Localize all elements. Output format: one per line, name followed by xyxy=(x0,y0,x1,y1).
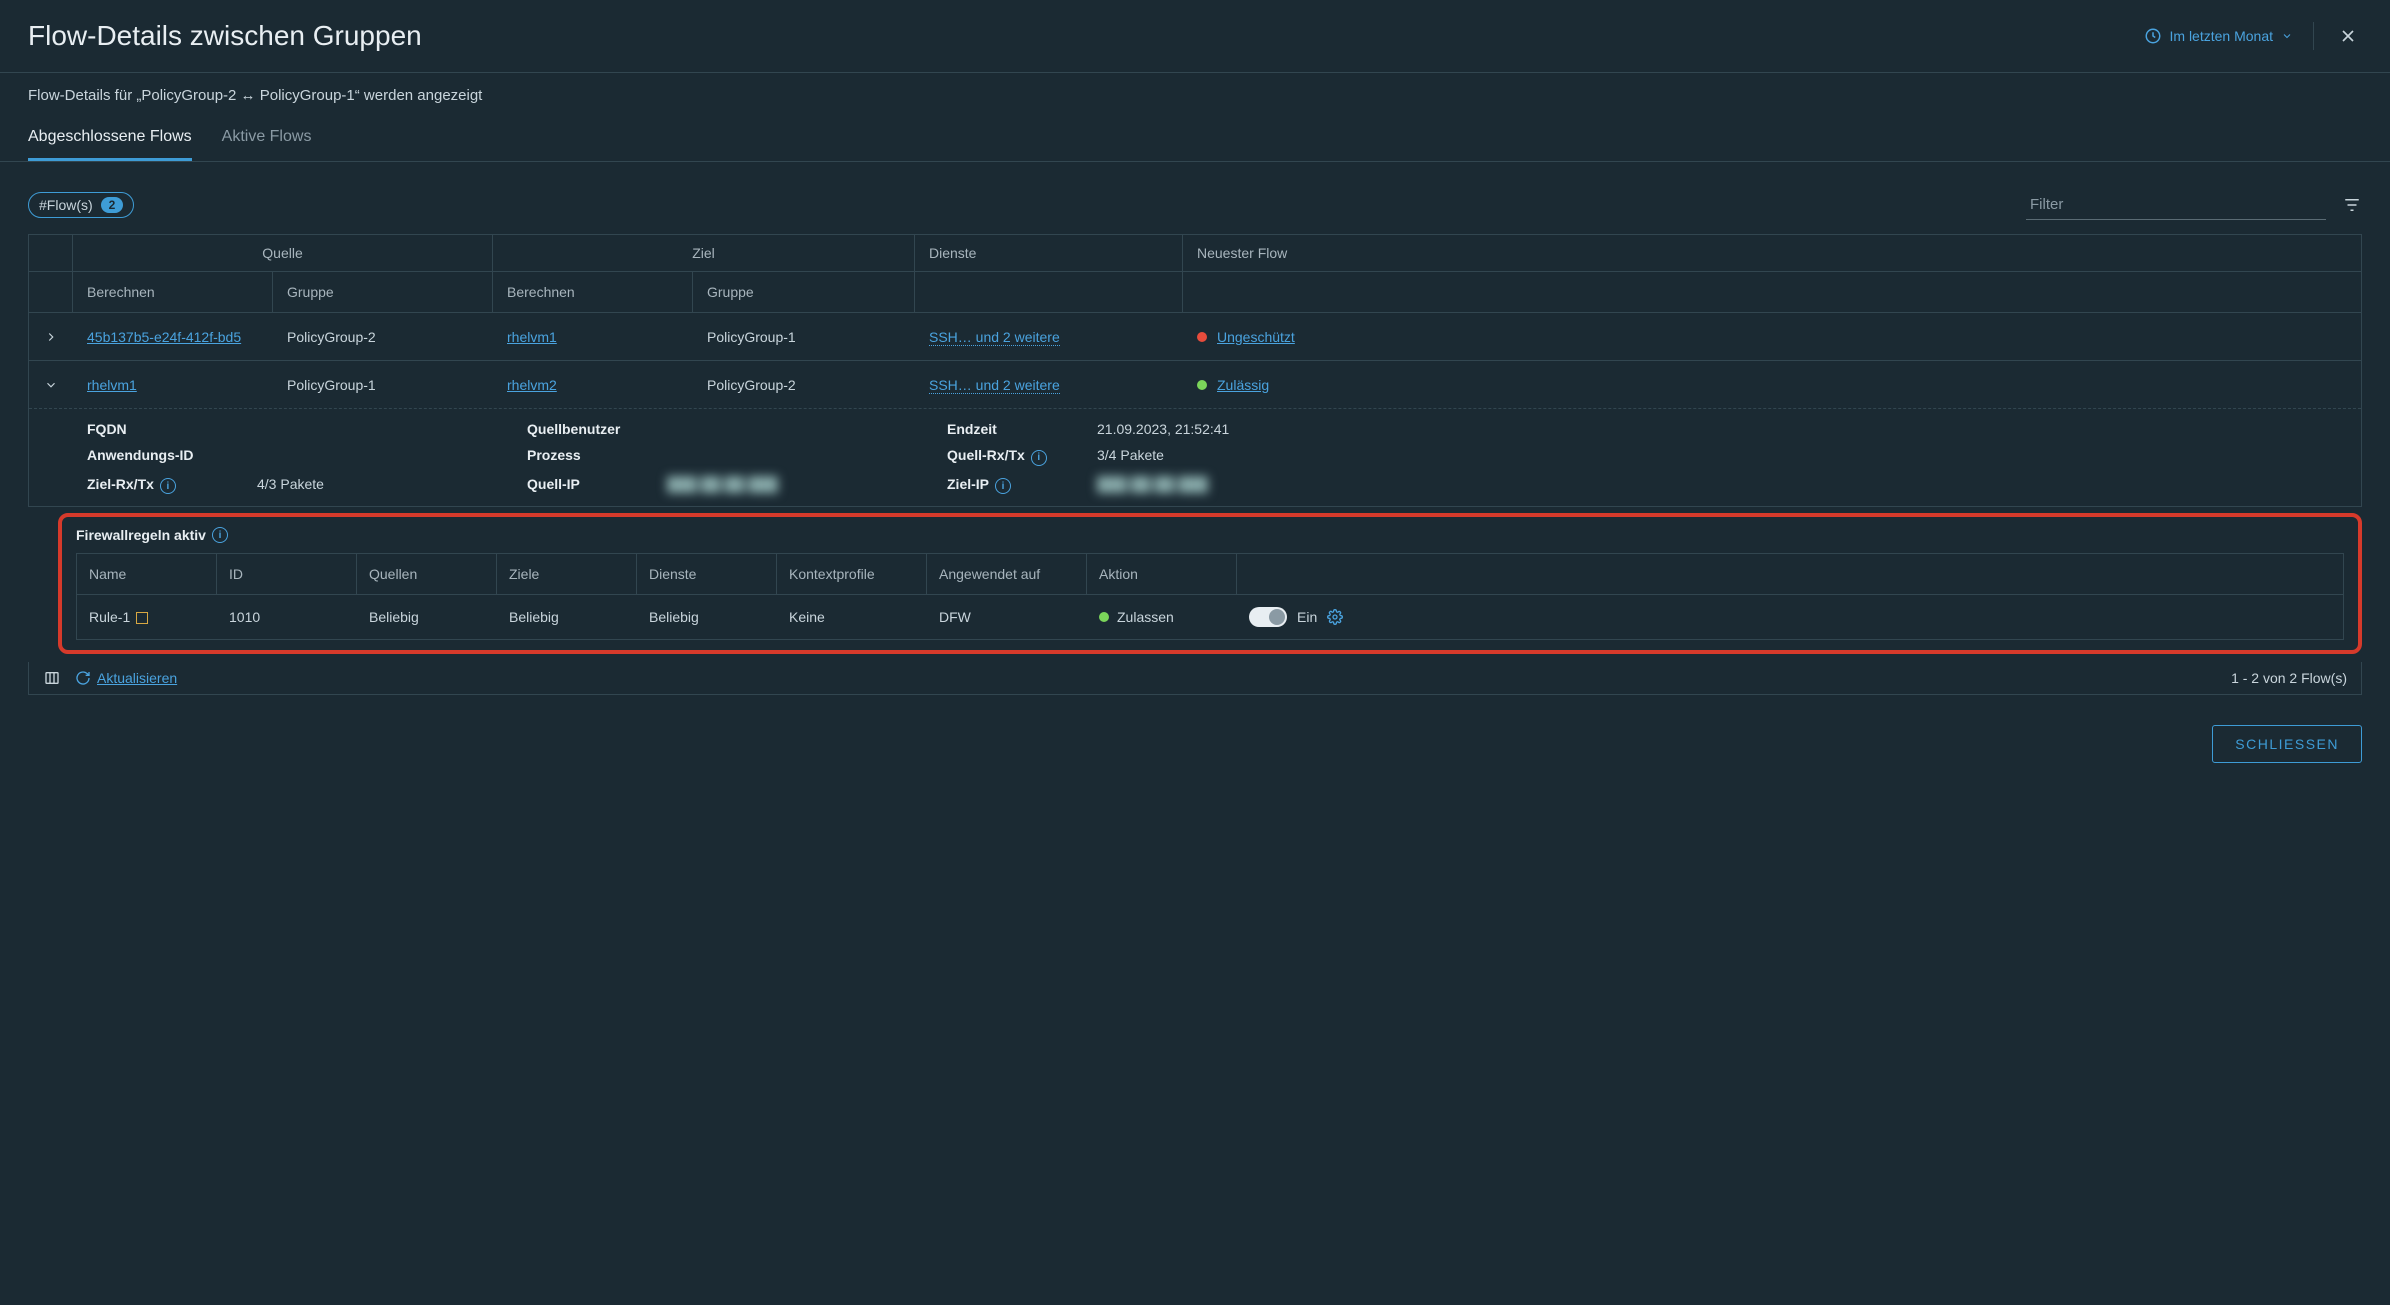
fw-rule-id: 1010 xyxy=(217,597,357,637)
chevron-right-icon xyxy=(44,330,58,344)
flow-count-value: 2 xyxy=(101,197,124,213)
firewall-table: Name ID Quellen Ziele Dienste Kontextpro… xyxy=(76,553,2344,640)
flows-table: Quelle Ziel Dienste Neuester Flow Berech… xyxy=(28,234,2362,507)
col-group-dest: Ziel xyxy=(493,235,915,271)
col-group-source: Quelle xyxy=(73,235,493,271)
flow-count-badge[interactable]: #Flow(s) 2 xyxy=(28,192,134,218)
close-icon xyxy=(2338,26,2358,46)
detail-label-process: Prozess xyxy=(527,447,667,466)
fw-rule-applied: DFW xyxy=(927,597,1087,637)
gear-icon[interactable] xyxy=(1327,609,1343,625)
detail-label-src-ip: Quell-IP xyxy=(527,476,667,495)
action-dot-icon xyxy=(1099,612,1109,622)
col-dest-group: Gruppe xyxy=(693,272,915,312)
detail-value-process xyxy=(667,447,947,466)
fw-rule-sources: Beliebig xyxy=(357,597,497,637)
info-icon[interactable]: i xyxy=(1031,450,1047,466)
source-group: PolicyGroup-1 xyxy=(273,365,493,405)
toggle-label: Ein xyxy=(1297,609,1317,625)
detail-value-src-rxtx: 3/4 Pakete xyxy=(1097,447,2347,466)
source-group: PolicyGroup-2 xyxy=(273,317,493,357)
col-newest: Neuester Flow xyxy=(1183,235,2361,271)
detail-value-fqdn xyxy=(257,421,527,437)
detail-value-end-time: 21.09.2023, 21:52:41 xyxy=(1097,421,2347,437)
dest-compute-link[interactable]: rhelvm1 xyxy=(507,329,557,345)
info-icon[interactable]: i xyxy=(160,478,176,494)
tab-completed-flows[interactable]: Abgeschlossene Flows xyxy=(28,118,192,161)
fw-col-dests: Ziele xyxy=(497,554,637,594)
info-icon[interactable]: i xyxy=(212,527,228,543)
subheader-text: Flow-Details für „PolicyGroup-2 ↔ Policy… xyxy=(0,73,2390,118)
refresh-icon xyxy=(75,670,91,686)
table-row: 45b137b5-e24f-412f-bd5 PolicyGroup-2 rhe… xyxy=(29,313,2361,361)
fw-rule-action: Zulassen xyxy=(1117,609,1174,625)
fw-col-id: ID xyxy=(217,554,357,594)
fw-col-applied: Angewendet auf xyxy=(927,554,1087,594)
filter-input[interactable] xyxy=(2026,190,2326,220)
expand-row-button[interactable] xyxy=(29,318,73,356)
detail-value-dst-rxtx: 4/3 Pakete xyxy=(257,476,527,495)
chevron-down-icon xyxy=(44,378,58,392)
refresh-label: Aktualisieren xyxy=(97,670,177,686)
close-button[interactable] xyxy=(2334,22,2362,50)
detail-value-app-id xyxy=(257,447,527,466)
services-link[interactable]: SSH… und 2 weitere xyxy=(929,377,1060,394)
services-link[interactable]: SSH… und 2 weitere xyxy=(929,329,1060,346)
col-source-group: Gruppe xyxy=(273,272,493,312)
firewall-row: Rule-1 1010 Beliebig Beliebig Beliebig K… xyxy=(77,595,2343,639)
detail-label-end-time: Endzeit xyxy=(947,421,1097,437)
detail-label-dst-rxtx: Ziel-Rx/Txi xyxy=(87,476,257,495)
dest-group: PolicyGroup-2 xyxy=(693,365,915,405)
firewall-rules-highlight: Firewallregeln aktiv i Name ID Quellen Z… xyxy=(58,513,2362,654)
fw-rule-profiles: Keine xyxy=(777,597,927,637)
source-compute-link[interactable]: rhelvm1 xyxy=(87,377,137,393)
page-title: Flow-Details zwischen Gruppen xyxy=(28,20,422,52)
fw-rule-dests: Beliebig xyxy=(497,597,637,637)
info-icon[interactable]: i xyxy=(995,478,1011,494)
col-source-compute: Berechnen xyxy=(73,272,273,312)
fw-rule-name: Rule-1 xyxy=(77,597,217,637)
detail-label-dst-ip: Ziel-IPi xyxy=(947,476,1097,495)
fw-col-services: Dienste xyxy=(637,554,777,594)
time-range-label: Im letzten Monat xyxy=(2170,28,2274,44)
status-link[interactable]: Ungeschützt xyxy=(1217,329,1295,345)
pagination-text: 1 - 2 von 2 Flow(s) xyxy=(2231,670,2347,686)
clock-icon xyxy=(2144,27,2162,45)
time-range-selector[interactable]: Im letzten Monat xyxy=(2144,27,2294,45)
status-dot-icon xyxy=(1197,332,1207,342)
row-detail-panel: FQDN Quellbenutzer Endzeit 21.09.2023, 2… xyxy=(29,409,2361,506)
collapse-row-button[interactable] xyxy=(29,366,73,404)
refresh-button[interactable]: Aktualisieren xyxy=(75,670,177,686)
col-services: Dienste xyxy=(915,235,1183,271)
detail-label-fqdn: FQDN xyxy=(87,421,257,437)
detail-label-app-id: Anwendungs-ID xyxy=(87,447,257,466)
status-link[interactable]: Zulässig xyxy=(1217,377,1269,393)
chevron-down-icon xyxy=(2281,30,2293,42)
rule-enable-toggle[interactable] xyxy=(1249,607,1287,627)
detail-value-src-ip: ███.██.██.███ xyxy=(667,476,947,495)
rule-icon xyxy=(136,612,148,624)
filter-icon[interactable] xyxy=(2342,196,2362,214)
source-compute-link[interactable]: 45b137b5-e24f-412f-bd5 xyxy=(87,329,241,345)
flow-count-label: #Flow(s) xyxy=(39,197,93,213)
column-toggle-icon[interactable] xyxy=(43,670,61,686)
tab-active-flows[interactable]: Aktive Flows xyxy=(222,118,312,161)
detail-label-src-rxtx: Quell-Rx/Txi xyxy=(947,447,1097,466)
table-row: rhelvm1 PolicyGroup-1 rhelvm2 PolicyGrou… xyxy=(29,361,2361,409)
close-main-button[interactable]: SCHLIESSEN xyxy=(2212,725,2362,763)
dest-group: PolicyGroup-1 xyxy=(693,317,915,357)
col-dest-compute: Berechnen xyxy=(493,272,693,312)
fw-col-sources: Quellen xyxy=(357,554,497,594)
fw-rule-services: Beliebig xyxy=(637,597,777,637)
fw-col-name: Name xyxy=(77,554,217,594)
fw-col-action: Aktion xyxy=(1087,554,1237,594)
detail-value-dst-ip: ███.██.██.███ xyxy=(1097,476,2347,495)
detail-label-src-user: Quellbenutzer xyxy=(527,421,667,437)
status-dot-icon xyxy=(1197,380,1207,390)
firewall-title: Firewallregeln aktiv i xyxy=(76,527,2344,543)
dest-compute-link[interactable]: rhelvm2 xyxy=(507,377,557,393)
divider xyxy=(2313,22,2314,50)
detail-value-src-user xyxy=(667,421,947,437)
fw-col-profiles: Kontextprofile xyxy=(777,554,927,594)
